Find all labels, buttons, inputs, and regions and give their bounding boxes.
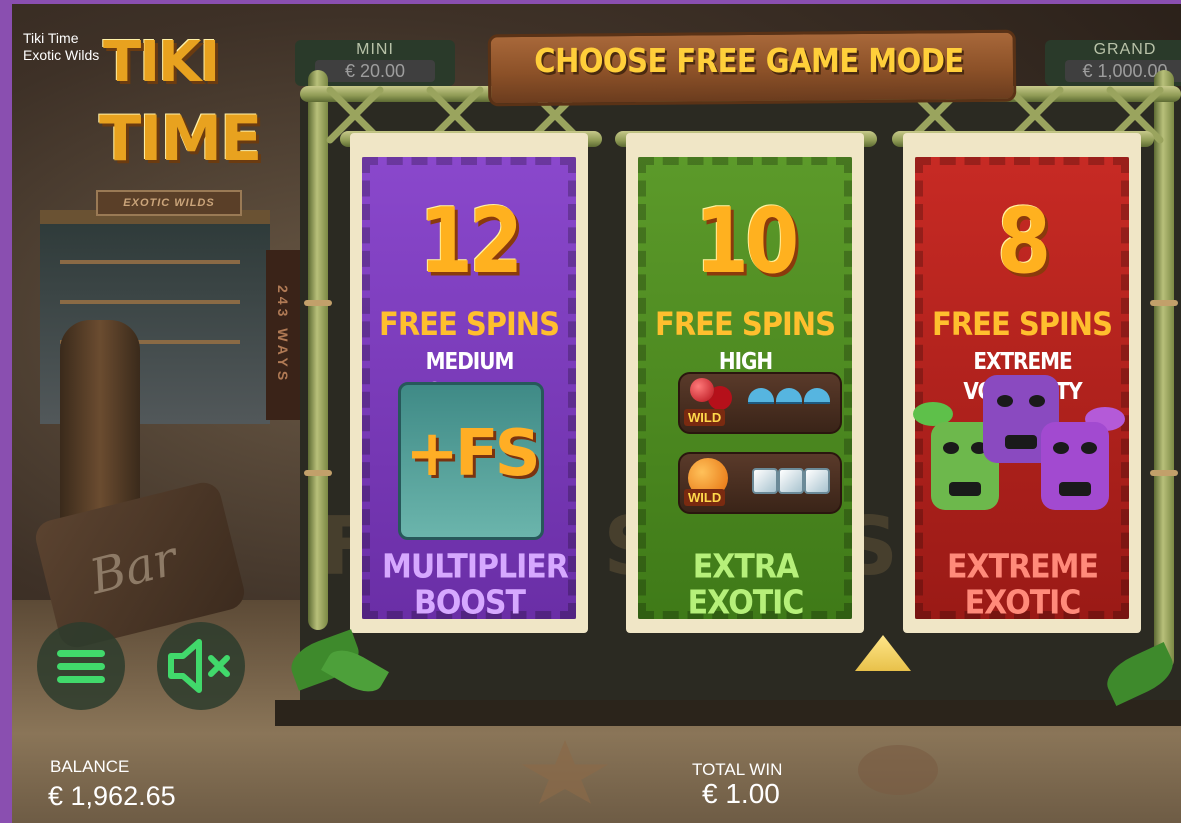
wild-tag: WILD: [684, 489, 726, 506]
mode-card-panel: 12 FREE SPINS MEDIUM VOLATILITY +FS MULT…: [362, 157, 576, 623]
menu-button[interactable]: [37, 622, 125, 710]
hamburger-menu-icon: [57, 650, 105, 657]
logo-line1: TIKI: [103, 30, 220, 95]
bamboo-post-right: [1154, 70, 1174, 670]
mode-card-medium[interactable]: 12 FREE SPINS MEDIUM VOLATILITY +FS MULT…: [350, 133, 588, 633]
bamboo-knot: [1150, 300, 1178, 306]
ways-label: 243 WAYS: [266, 250, 300, 420]
balance-value: € 1,962.65: [48, 781, 176, 811]
violet-tiki-mask-icon: [1041, 422, 1109, 510]
bamboo-knot: [1150, 470, 1178, 476]
umbrella-icon: [776, 388, 802, 404]
game-logo: TIKI TIME EXOTIC WILDS: [93, 30, 262, 216]
mode-feature: EXTREME EXOTIC: [946, 547, 1099, 623]
mode-spin-count: 8: [996, 190, 1051, 294]
mode-card-extreme[interactable]: 8 FREE SPINS EXTREME VOLATILITY EXTREME …: [903, 133, 1141, 633]
logo-line2: TIME: [99, 102, 262, 175]
jackpot-mini-label: MINI: [356, 41, 394, 58]
wild-tag: WILD: [684, 409, 726, 426]
sound-toggle-button[interactable]: [157, 622, 245, 710]
bamboo-knot: [304, 470, 332, 476]
mode-spin-count: 10: [694, 190, 800, 294]
mode-free-spins-label: FREE SPINS: [379, 305, 560, 343]
jackpot-mini-value: € 20.00: [315, 60, 435, 82]
balance-label: BALANCE: [50, 757, 130, 776]
extra-free-spins-text: +FS: [405, 417, 540, 491]
frame-border-top: [0, 0, 1181, 4]
mode-card-high[interactable]: 10 FREE SPINS HIGH VOLATILITY WILD WILD …: [626, 133, 864, 633]
total-win-label: TOTAL WIN: [692, 760, 783, 779]
speaker-muted-icon: [168, 639, 230, 693]
crab-decoration: [858, 745, 938, 795]
game-screen: Bar Tiki Time Exotic Wilds TIKI TIME EXO…: [0, 0, 1181, 823]
mode-spin-count: 12: [418, 190, 524, 294]
bamboo-post-left: [308, 70, 328, 630]
bar-shelves: [60, 260, 240, 264]
logo-subtitle: EXOTIC WILDS: [96, 190, 242, 216]
mode-free-spins-label: FREE SPINS: [932, 305, 1113, 343]
reel-floor: [275, 700, 1181, 726]
wild-cherry-umbrella-feature: WILD: [678, 372, 842, 434]
extra-free-spins-icon: +FS: [398, 382, 544, 540]
ice-cube-icon: [804, 468, 830, 494]
ice-cube-icon: [778, 468, 804, 494]
mode-card-panel: 8 FREE SPINS EXTREME VOLATILITY EXTREME …: [913, 157, 1129, 623]
mode-feature: MULTIPLIER BOOST: [382, 547, 569, 623]
umbrella-icon: [748, 388, 774, 404]
ice-cube-icon: [752, 468, 778, 494]
banner-title: CHOOSE FREE GAME MODE: [534, 41, 964, 81]
mode-card-panel: 10 FREE SPINS HIGH VOLATILITY WILD WILD …: [638, 157, 852, 623]
frame-border-left: [0, 0, 12, 823]
cherry-icon: [690, 378, 714, 402]
wild-orange-ice-feature: WILD: [678, 452, 842, 514]
bamboo-knot: [304, 300, 332, 306]
mode-free-spins-label: FREE SPINS: [655, 305, 836, 343]
jackpot-grand-label: GRAND: [1093, 41, 1157, 58]
mode-feature: EXTRA EXOTIC: [687, 547, 805, 623]
total-win-value: € 1.00: [702, 778, 780, 809]
umbrella-icon: [804, 388, 830, 404]
